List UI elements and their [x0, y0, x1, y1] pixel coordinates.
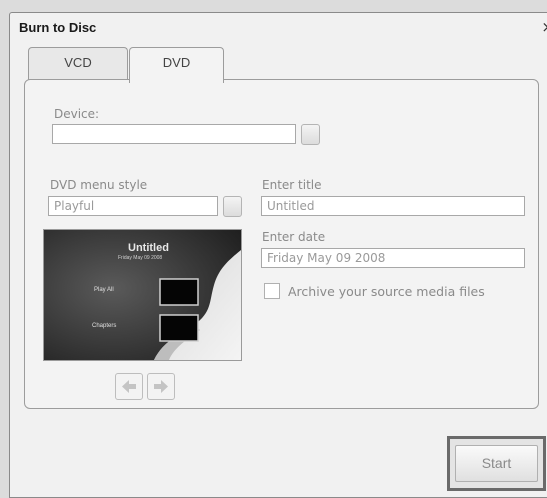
- archive-checkbox[interactable]: [264, 283, 280, 299]
- tab-dvd[interactable]: DVD: [129, 47, 224, 83]
- tab-dvd-label: DVD: [162, 55, 191, 70]
- date-field[interactable]: Friday May 09 2008: [261, 248, 525, 268]
- arrow-right-icon: [154, 380, 168, 393]
- preview-chapters: Chapters: [92, 323, 117, 329]
- preview-date: Friday May 09 2008: [118, 255, 163, 261]
- previous-style-button[interactable]: [115, 373, 143, 400]
- preview-title: Untitled: [128, 242, 169, 254]
- dialog-title: Burn to Disc: [19, 20, 97, 35]
- title-label: Enter title: [262, 178, 322, 192]
- tab-vcd-label: VCD: [64, 55, 92, 70]
- start-button-frame: Start: [447, 436, 546, 491]
- date-label: Enter date: [262, 230, 326, 244]
- start-button[interactable]: Start: [455, 445, 538, 482]
- title-bar: Burn to Disc ×: [10, 13, 547, 43]
- menu-preview: Untitled Friday May 09 2008 Play All Cha…: [43, 229, 242, 361]
- title-field[interactable]: Untitled: [261, 196, 525, 216]
- menu-style-field[interactable]: Playful: [48, 196, 218, 216]
- preview-play-all: Play All: [94, 287, 114, 293]
- next-style-button[interactable]: [147, 373, 175, 400]
- device-label: Device:: [54, 107, 100, 121]
- close-icon[interactable]: ×: [541, 18, 547, 36]
- archive-label: Archive your source media files: [288, 284, 485, 299]
- arrow-left-icon: [122, 380, 136, 393]
- device-browse-button[interactable]: [301, 124, 320, 145]
- tab-vcd[interactable]: VCD: [28, 47, 128, 82]
- device-field[interactable]: [52, 124, 296, 144]
- menu-style-label: DVD menu style: [50, 178, 148, 192]
- menu-style-button[interactable]: [223, 196, 242, 217]
